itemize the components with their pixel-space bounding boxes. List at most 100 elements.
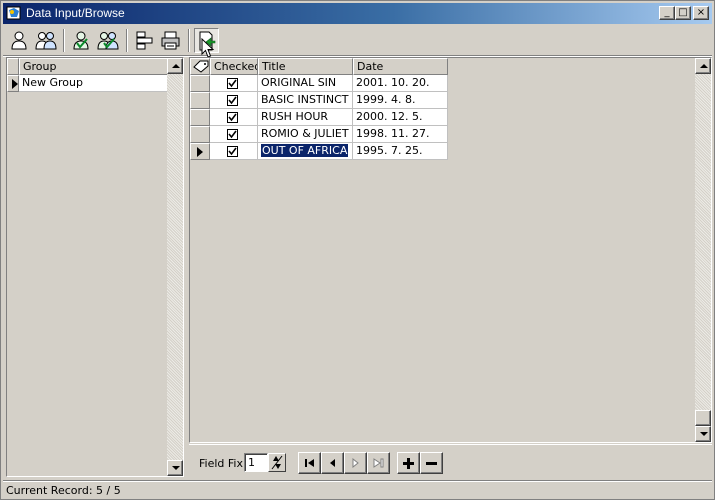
title-text: BASIC INSTINCT [261, 93, 349, 106]
row-indicator[interactable] [190, 109, 210, 126]
title-text: ORIGINAL SIN [261, 76, 337, 89]
records-grid-corner[interactable] [190, 58, 210, 75]
date-cell[interactable]: 2001. 10. 20. [353, 75, 448, 92]
print-button[interactable] [158, 28, 183, 53]
checkbox[interactable] [227, 129, 238, 140]
checked-cell[interactable] [210, 75, 258, 92]
add-group-button[interactable] [33, 28, 58, 53]
add-user-button[interactable] [7, 28, 32, 53]
previous-record-icon [330, 459, 335, 467]
field-fix-label: Field Fix: [199, 457, 247, 470]
spinner-arrows-icon [271, 455, 283, 470]
close-icon: × [696, 7, 706, 18]
date-cell[interactable]: 1999. 4. 8. [353, 92, 448, 109]
app-icon [6, 6, 21, 20]
checkmark-icon [228, 147, 237, 156]
maximize-button[interactable]: □ [675, 6, 691, 20]
scroll-up-button[interactable] [167, 58, 183, 74]
records-grid-vertical-scrollbar[interactable] [695, 58, 711, 442]
first-record-icon [305, 459, 314, 467]
data-input-browse-window: Data Input/Browse _ □ × Group New Group … [0, 0, 715, 500]
checkmark-icon [228, 96, 237, 105]
toolbar [3, 26, 712, 56]
minus-icon [426, 462, 437, 465]
row-indicator[interactable] [190, 75, 210, 92]
next-record-icon [352, 458, 359, 468]
checkbox[interactable] [227, 112, 238, 123]
field-fix-input[interactable]: 1 [244, 453, 268, 472]
group-row[interactable]: New Group [19, 75, 168, 92]
add-record-button[interactable] [397, 452, 420, 474]
last-record-button[interactable] [367, 452, 390, 474]
pane-splitter[interactable] [185, 57, 188, 477]
scroll-down-button[interactable] [695, 426, 711, 442]
group-column-header[interactable]: Group [19, 58, 168, 75]
checkmark-icon [228, 113, 237, 122]
row-indicator[interactable] [190, 143, 210, 160]
checkbox[interactable] [227, 78, 238, 89]
checkmark-icon [228, 130, 237, 139]
title-cell[interactable]: BASIC INSTINCT [258, 92, 353, 109]
user-check-icon [73, 31, 89, 50]
field-fix-spinner[interactable] [268, 453, 286, 472]
scroll-thumb[interactable] [695, 410, 711, 426]
delete-record-button[interactable] [420, 452, 443, 474]
current-record-status: Current Record: 5 / 5 [6, 484, 121, 497]
scroll-down-button[interactable] [167, 460, 183, 476]
title-text: RUSH HOUR [261, 110, 329, 123]
last-record-icon [373, 458, 384, 468]
title-cell[interactable]: RUSH HOUR [258, 109, 353, 126]
date-cell[interactable]: 1995. 7. 25. [353, 143, 448, 160]
minimize-button[interactable]: _ [659, 6, 675, 20]
tag-icon [193, 60, 209, 73]
records-grid: Checked Title Date ORIGINAL SIN 2001. 10.… [189, 57, 712, 443]
title-cell[interactable]: ROMIO & JULIET [258, 126, 353, 143]
title-text: ROMIO & JULIET [261, 127, 349, 140]
group-grid-corner [7, 58, 19, 75]
next-record-button[interactable] [344, 452, 367, 474]
checkbox[interactable] [227, 95, 238, 106]
checked-cell[interactable] [210, 143, 258, 160]
window-title: Data Input/Browse [26, 6, 125, 20]
row-indicator[interactable] [7, 75, 19, 92]
close-button[interactable]: × [693, 6, 709, 20]
date-cell[interactable]: 1998. 11. 27. [353, 126, 448, 143]
toolbar-separator [188, 29, 190, 52]
minimize-icon: _ [664, 7, 670, 18]
title-cell[interactable]: ORIGINAL SIN [258, 75, 353, 92]
check-user-button[interactable] [69, 28, 94, 53]
plus-icon [403, 458, 414, 469]
title-cell[interactable]: OUT OF AFRICA [258, 143, 353, 160]
layout-icon [136, 31, 153, 50]
title-bar[interactable]: Data Input/Browse _ □ × [3, 3, 712, 24]
check-group-button[interactable] [95, 28, 120, 53]
date-column-header[interactable]: Date [353, 58, 448, 75]
checkmark-icon [228, 79, 237, 88]
users-check-icon [97, 32, 119, 50]
maximize-icon: □ [678, 7, 688, 18]
row-indicator[interactable] [190, 92, 210, 109]
checked-cell[interactable] [210, 92, 258, 109]
checked-column-header[interactable]: Checked [210, 58, 258, 75]
title-column-header[interactable]: Title [258, 58, 353, 75]
first-record-button[interactable] [298, 452, 321, 474]
record-navigator: Field Fix: 1 [189, 444, 712, 477]
users-icon [35, 32, 57, 50]
current-row-arrow-icon [197, 147, 203, 157]
checked-cell[interactable] [210, 109, 258, 126]
scroll-up-button[interactable] [695, 58, 711, 74]
previous-record-button[interactable] [321, 452, 344, 474]
mouse-cursor-icon [201, 38, 215, 58]
toolbar-separator [63, 29, 65, 52]
title-text: OUT OF AFRICA [261, 144, 349, 157]
toolbar-separator [126, 29, 128, 52]
checkbox[interactable] [227, 146, 238, 157]
printer-icon [161, 31, 180, 50]
group-grid-vertical-scrollbar[interactable] [167, 58, 183, 476]
group-grid: Group New Group [6, 57, 184, 477]
current-row-arrow-icon [12, 79, 18, 89]
date-cell[interactable]: 2000. 12. 5. [353, 109, 448, 126]
checked-cell[interactable] [210, 126, 258, 143]
row-indicator[interactable] [190, 126, 210, 143]
layout-button[interactable] [132, 28, 157, 53]
